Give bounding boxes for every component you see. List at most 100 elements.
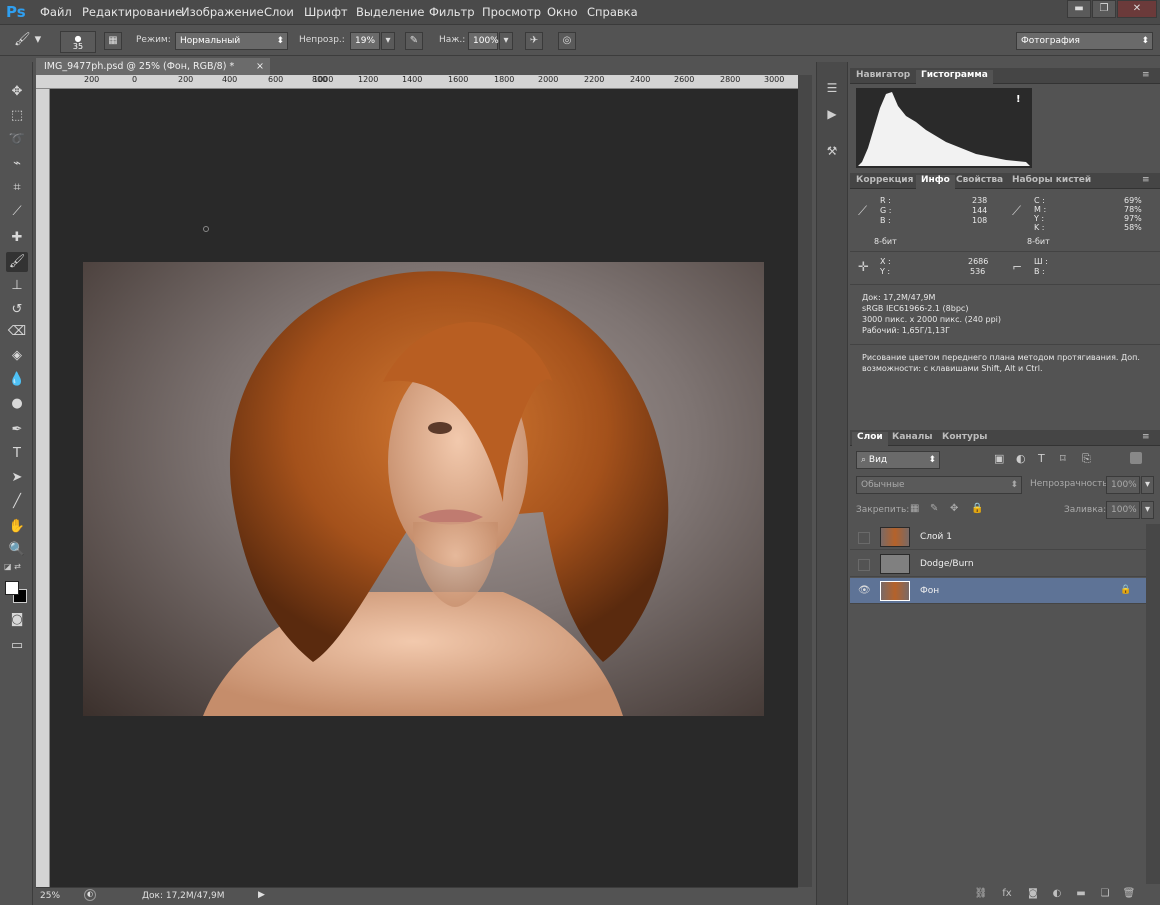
menu-select[interactable]: Выделение xyxy=(356,5,425,19)
panel-menu-icon[interactable]: ≡ xyxy=(1142,175,1152,185)
workspace-select[interactable]: Фотография ⬍ xyxy=(1016,32,1153,50)
opacity-dropdown[interactable]: ▾ xyxy=(381,32,395,50)
flow-dropdown[interactable]: ▾ xyxy=(499,32,513,50)
eyedropper-tool-icon[interactable]: ⟋ xyxy=(6,202,28,222)
move-tool-icon[interactable]: ✥ xyxy=(6,82,28,102)
filter-toggle[interactable] xyxy=(1130,452,1142,464)
flow-input[interactable]: 100% xyxy=(468,32,499,50)
actions-play-icon[interactable]: ▶ xyxy=(824,106,840,122)
new-group-icon[interactable]: ▬ xyxy=(1074,888,1088,902)
paint-bucket-tool-icon[interactable]: ◈ xyxy=(6,346,28,366)
type-tool-icon[interactable]: T xyxy=(6,444,28,464)
dodge-tool-icon[interactable]: ● xyxy=(6,394,28,414)
panel-menu-icon[interactable]: ≡ xyxy=(1142,70,1152,80)
crop-tool-icon[interactable]: ⌗ xyxy=(6,178,28,198)
swap-colors-icon[interactable]: ◪ ⇄ xyxy=(4,562,30,572)
blend-mode-select[interactable]: Обычные ⬍ xyxy=(856,476,1022,494)
quick-selection-tool-icon[interactable]: ⌁ xyxy=(6,154,28,174)
brush-tool-preset-icon[interactable]: 🖌 ▾ xyxy=(14,32,44,50)
pen-tool-icon[interactable]: ✒ xyxy=(6,420,28,440)
document-image[interactable] xyxy=(83,262,764,716)
lock-transparent-icon[interactable]: ▦ xyxy=(910,503,919,514)
status-menu-icon[interactable]: ▶ xyxy=(258,890,265,900)
airbrush-icon[interactable]: ✈ xyxy=(525,32,543,50)
layers-scrollbar[interactable] xyxy=(1146,524,1160,884)
menu-type[interactable]: Шрифт xyxy=(304,5,348,19)
tab-navigator[interactable]: Навигатор xyxy=(856,70,910,80)
filter-pixel-icon[interactable]: ▣ xyxy=(994,452,1004,465)
close-button[interactable]: ✕ xyxy=(1117,0,1157,18)
history-icon[interactable]: ☰ xyxy=(824,80,840,96)
menu-image[interactable]: Изображение xyxy=(181,5,264,19)
delete-layer-icon[interactable]: 🗑 xyxy=(1122,888,1136,902)
brush-tool-icon[interactable]: 🖌 xyxy=(6,252,28,272)
lock-all-icon[interactable]: 🔒 xyxy=(971,503,983,514)
menu-file[interactable]: Файл xyxy=(40,5,72,19)
minimize-button[interactable]: ▬ xyxy=(1067,0,1091,18)
mode-select[interactable]: Нормальный ⬍ xyxy=(175,32,288,50)
tab-info[interactable]: Инфо xyxy=(916,175,955,189)
close-tab-icon[interactable]: × xyxy=(256,58,264,75)
layer-name[interactable]: Фон xyxy=(920,586,939,596)
panel-menu-icon[interactable]: ≡ xyxy=(1142,432,1152,442)
blur-tool-icon[interactable]: 💧 xyxy=(6,370,28,390)
add-mask-icon[interactable]: ◙ xyxy=(1026,888,1040,902)
tool-presets-icon[interactable]: ⚒ xyxy=(824,143,840,159)
visibility-toggle[interactable] xyxy=(858,532,870,544)
tab-properties[interactable]: Свойства xyxy=(956,175,1003,185)
layer-opacity-input[interactable]: 100% xyxy=(1106,476,1140,494)
eraser-tool-icon[interactable]: ⌫ xyxy=(6,322,28,342)
pressure-opacity-icon[interactable]: ✎ xyxy=(405,32,423,50)
screen-mode-icon[interactable]: ▭ xyxy=(6,636,28,656)
tab-layers[interactable]: Слои xyxy=(852,432,888,446)
layer-style-icon[interactable]: fx xyxy=(1000,888,1014,902)
tab-channels[interactable]: Каналы xyxy=(892,432,932,442)
filter-adjustment-icon[interactable]: ◐ xyxy=(1016,452,1026,465)
marquee-tool-icon[interactable]: ⬚ xyxy=(6,106,28,126)
visibility-toggle[interactable] xyxy=(858,559,870,571)
clone-stamp-tool-icon[interactable]: ⊥ xyxy=(6,276,28,296)
warning-icon[interactable]: ! xyxy=(1016,94,1021,105)
layer-name[interactable]: Dodge/Burn xyxy=(920,559,974,569)
filter-smart-object-icon[interactable]: ⎘ xyxy=(1082,452,1091,466)
hand-tool-icon[interactable]: ✋ xyxy=(6,517,28,537)
tab-histogram[interactable]: Гистограмма xyxy=(916,70,993,84)
eye-icon[interactable]: 👁 xyxy=(858,586,871,598)
layer-row[interactable]: Dodge/Burn xyxy=(850,551,1146,577)
path-selection-tool-icon[interactable]: ➤ xyxy=(6,468,28,488)
layer-name[interactable]: Слой 1 xyxy=(920,532,952,542)
menu-window[interactable]: Окно xyxy=(547,5,578,19)
layer-row[interactable]: Слой 1 xyxy=(850,524,1146,550)
document-tab[interactable]: IMG_9477ph.psd @ 25% (Фон, RGB/8) * × xyxy=(36,58,270,75)
lasso-tool-icon[interactable]: ➰ xyxy=(6,130,28,150)
menu-help[interactable]: Справка xyxy=(587,5,638,19)
brush-panel-icon[interactable]: ▦ xyxy=(104,32,122,50)
quick-mask-icon[interactable]: ◙ xyxy=(6,610,28,630)
history-brush-tool-icon[interactable]: ↺ xyxy=(6,300,28,320)
opacity-input[interactable]: 19% xyxy=(350,32,380,50)
vertical-scrollbar[interactable] xyxy=(798,75,812,887)
tab-brush-presets[interactable]: Наборы кистей xyxy=(1012,175,1091,185)
new-layer-icon[interactable]: ❏ xyxy=(1098,888,1112,902)
line-tool-icon[interactable]: ╱ xyxy=(6,492,28,512)
filter-shape-icon[interactable]: ⌑ xyxy=(1060,452,1066,465)
status-icon[interactable]: ◐ xyxy=(84,889,96,901)
fill-dropdown[interactable]: ▾ xyxy=(1141,501,1154,519)
tab-paths[interactable]: Контуры xyxy=(942,432,987,442)
lock-position-icon[interactable]: ✥ xyxy=(950,503,958,514)
layer-filter-select[interactable]: ⌕ Вид ⬍ xyxy=(856,451,940,469)
layer-opacity-dropdown[interactable]: ▾ xyxy=(1141,476,1154,494)
restore-button[interactable]: ❐ xyxy=(1092,0,1116,18)
menu-view[interactable]: Просмотр xyxy=(482,5,541,19)
layer-row-selected[interactable]: 👁 Фон 🔒 xyxy=(850,578,1146,604)
pressure-size-icon[interactable]: ◎ xyxy=(558,32,576,50)
healing-brush-tool-icon[interactable]: ✚ xyxy=(6,228,28,248)
brush-size-picker[interactable]: ● 35 xyxy=(60,31,96,53)
adjustment-layer-icon[interactable]: ◐ xyxy=(1050,888,1064,902)
tab-adjustments[interactable]: Коррекция xyxy=(856,175,913,185)
zoom-tool-icon[interactable]: 🔍 xyxy=(6,540,28,560)
fill-input[interactable]: 100% xyxy=(1106,501,1140,519)
menu-layers[interactable]: Слои xyxy=(264,5,294,19)
menu-filter[interactable]: Фильтр xyxy=(429,5,475,19)
link-layers-icon[interactable]: ⛓ xyxy=(974,888,988,902)
